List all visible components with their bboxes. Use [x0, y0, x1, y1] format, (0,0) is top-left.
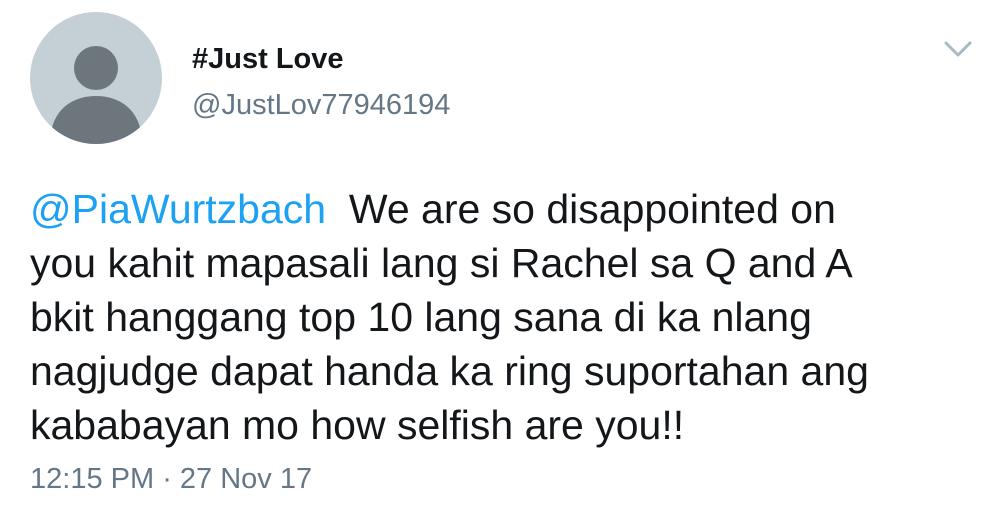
tweet-text-body: you kahit mapasali lang si Rachel sa Q a… — [30, 240, 869, 448]
mention-link[interactable]: @PiaWurtzbach — [30, 186, 326, 232]
meta-separator: · — [154, 463, 180, 495]
chevron-down-icon[interactable] — [942, 38, 974, 60]
tweet-card: #Just Love @JustLov77946194 @PiaWurtzbac… — [0, 0, 1000, 529]
tweet-text: @PiaWurtzbach We are so disappointed on … — [30, 182, 980, 452]
tweet-date[interactable]: 27 Nov 17 — [180, 463, 312, 495]
tweet-time[interactable]: 12:15 PM — [30, 463, 154, 495]
tweet-text-first-line: We are so disappointed on — [326, 186, 836, 232]
tweet-timestamp[interactable]: 12:15 PM · 27 Nov 17 — [30, 462, 312, 496]
user-handle[interactable]: @JustLov77946194 — [192, 88, 450, 122]
avatar[interactable] — [30, 12, 162, 144]
default-avatar-icon — [50, 46, 142, 144]
display-name[interactable]: #Just Love — [192, 42, 344, 76]
